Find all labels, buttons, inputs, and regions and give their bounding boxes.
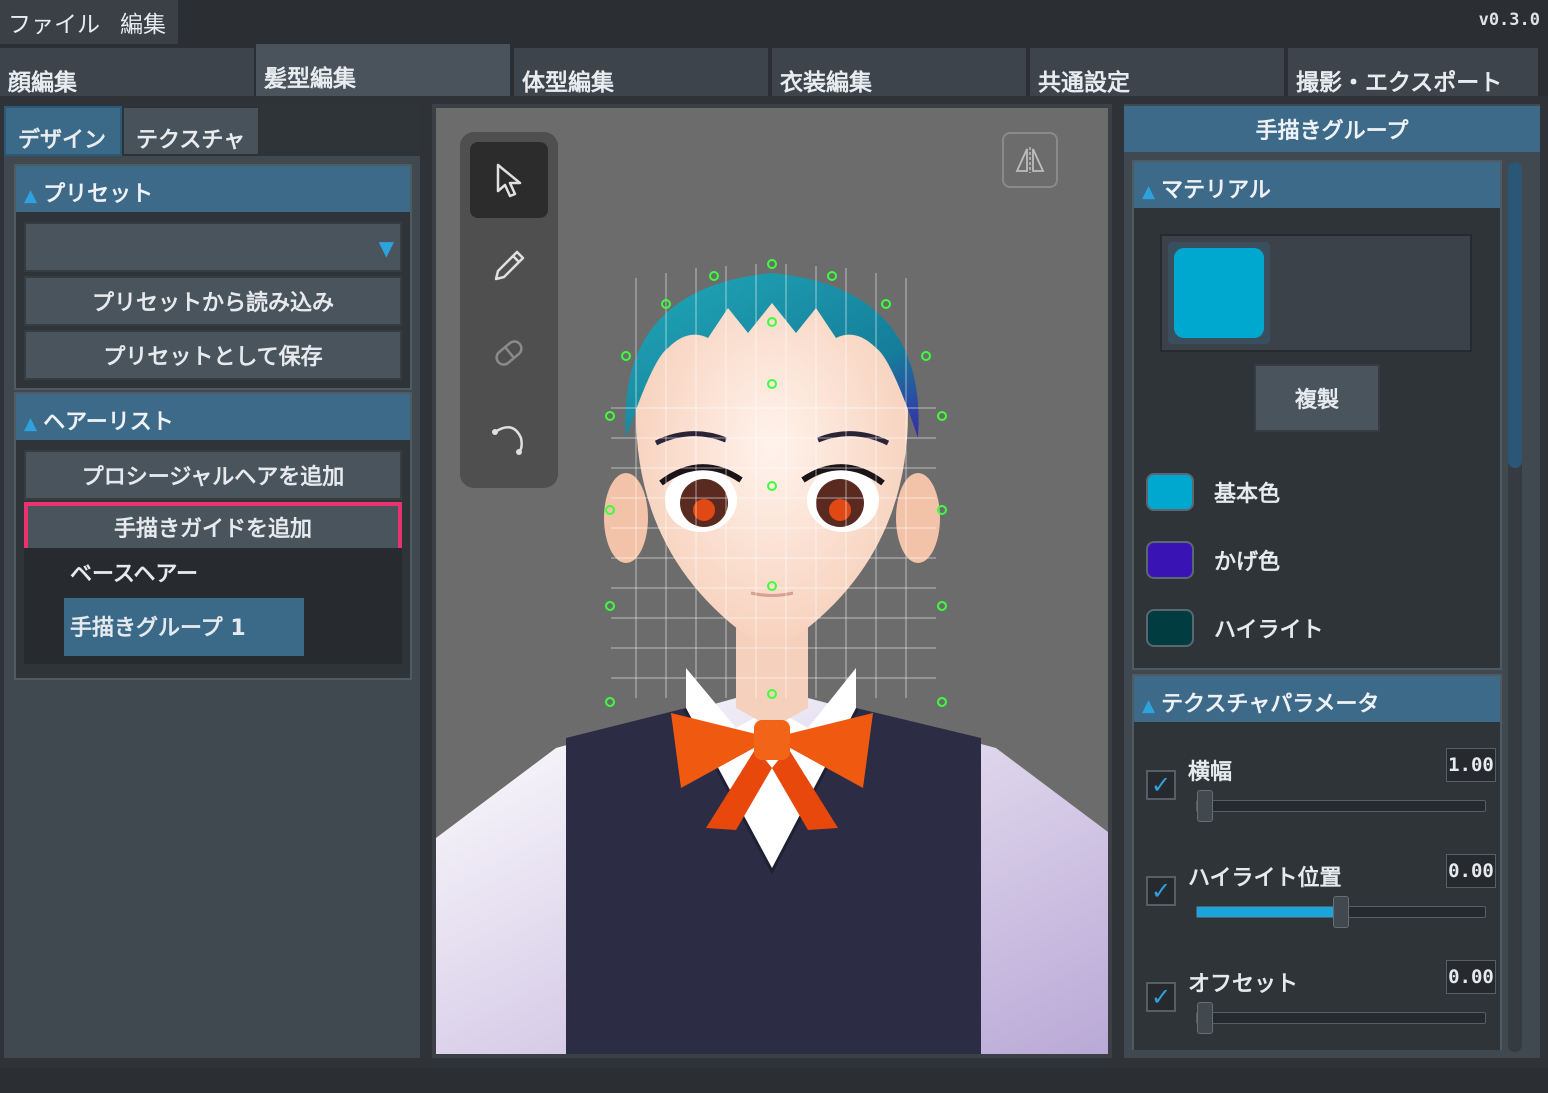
preset-section: ▲ プリセット ▼ プリセットから読み込み プリセットとして保存 (14, 164, 412, 390)
tab-common-settings[interactable]: 共通設定 (1030, 48, 1286, 96)
param-highlight-position: ✓ ハイライト位置 0.00 (1134, 842, 1504, 942)
eraser-icon (495, 340, 523, 366)
left-panel: デザイン テクスチャ ▲ プリセット ▼ プリセットから読み込み プリセットとして… (4, 104, 420, 1058)
3d-viewport[interactable] (432, 104, 1112, 1058)
highlight-color-label: ハイライト (1214, 618, 1324, 643)
color-row-base[interactable]: 基本色 (1146, 472, 1280, 512)
preset-header[interactable]: ▲ プリセット (16, 166, 410, 212)
menu-group: ファイル 編集 (0, 0, 178, 44)
right-scroll-area: ▲ マテリアル 複製 基本色 かげ色 ハイライト ▲ テクスチャパラメータ ✓ … (1132, 160, 1502, 1050)
material-preview-color (1174, 248, 1264, 338)
checkmark-icon: ✓ (1150, 771, 1172, 799)
shadow-color-label: かげ色 (1214, 550, 1281, 575)
checkmark-icon: ✓ (1150, 983, 1172, 1011)
right-panel-scrollbar[interactable] (1508, 162, 1522, 1052)
material-header-label: マテリアル (1161, 178, 1271, 203)
base-color-swatch[interactable] (1146, 473, 1194, 511)
highlight-color-swatch[interactable] (1146, 609, 1194, 647)
preset-header-label: プリセット (43, 182, 154, 207)
tab-hair-edit[interactable]: 髪型編集 (256, 44, 512, 96)
curve-icon (492, 425, 523, 455)
right-panel-title: 手描きグループ (1124, 106, 1540, 152)
param-width-slider[interactable] (1196, 790, 1486, 822)
collapse-triangle-icon: ▲ (1142, 182, 1156, 202)
tab-body-edit[interactable]: 体型編集 (514, 48, 770, 96)
tab-texture[interactable]: テクスチャ (122, 106, 260, 156)
scrollbar-thumb[interactable] (1508, 162, 1522, 468)
hair-list-header-label: ヘアーリスト (43, 410, 174, 435)
hair-list: ベースヘアー 手描きグループ 1 (24, 548, 402, 664)
hair-item-base[interactable]: ベースヘアー (70, 556, 198, 588)
draw-toolbar (460, 132, 558, 488)
main-tab-bar: 顔編集 髪型編集 体型編集 衣装編集 共通設定 撮影・エクスポート (0, 44, 1548, 96)
param-offset-checkbox[interactable]: ✓ (1146, 982, 1176, 1012)
shadow-color-swatch[interactable] (1146, 541, 1194, 579)
color-row-highlight[interactable]: ハイライト (1146, 608, 1324, 648)
tab-costume-edit[interactable]: 衣装編集 (772, 48, 1028, 96)
eraser-tool[interactable] (470, 314, 548, 390)
hair-list-header[interactable]: ▲ ヘアーリスト (16, 394, 410, 440)
param-highlight-position-slider-fill (1197, 907, 1341, 917)
add-procedural-hair-button[interactable]: プロシージャルヘアを追加 (24, 450, 402, 500)
preset-dropdown[interactable]: ▼ (24, 222, 402, 272)
tab-face-edit[interactable]: 顔編集 (0, 48, 256, 96)
param-highlight-position-value[interactable]: 0.00 (1446, 854, 1496, 888)
checkmark-icon: ✓ (1150, 877, 1172, 905)
select-tool[interactable] (470, 142, 548, 218)
right-panel: 手描きグループ ▲ マテリアル 複製 基本色 かげ色 ハイライト ▲ テクスチャ… (1124, 104, 1540, 1058)
load-preset-button[interactable]: プリセットから読み込み (24, 276, 402, 326)
sub-tab-bar: デザイン テクスチャ (4, 104, 420, 156)
param-highlight-position-slider[interactable] (1196, 896, 1486, 928)
param-width-label: 横幅 (1188, 760, 1233, 785)
texture-params-header[interactable]: ▲ テクスチャパラメータ (1134, 676, 1500, 722)
duplicate-button[interactable]: 複製 (1254, 364, 1380, 432)
curve-tool[interactable] (470, 400, 548, 476)
pencil-tool[interactable] (470, 228, 548, 304)
add-handdrawn-guide-button[interactable]: 手描きガイドを追加 (24, 502, 402, 552)
menu-file[interactable]: ファイル (0, 5, 112, 39)
param-highlight-position-slider-thumb[interactable] (1333, 896, 1349, 928)
status-bar (0, 1068, 1548, 1093)
color-row-shadow[interactable]: かげ色 (1146, 540, 1280, 580)
menu-edit[interactable]: 編集 (112, 5, 178, 39)
param-offset-slider-thumb[interactable] (1197, 1002, 1213, 1034)
version-label: v0.3.0 (1478, 10, 1540, 30)
param-width-slider-thumb[interactable] (1197, 790, 1213, 822)
param-highlight-position-checkbox[interactable]: ✓ (1146, 876, 1176, 906)
param-offset: ✓ オフセット 0.00 (1134, 948, 1504, 1048)
param-offset-value[interactable]: 0.00 (1446, 960, 1496, 994)
base-color-label: 基本色 (1214, 482, 1281, 507)
collapse-triangle-icon: ▲ (1142, 696, 1156, 716)
param-width-checkbox[interactable]: ✓ (1146, 770, 1176, 800)
tab-photo-export[interactable]: 撮影・エクスポート (1288, 48, 1540, 96)
pencil-icon (494, 250, 525, 281)
param-offset-slider[interactable] (1196, 1002, 1486, 1034)
mirror-toggle-button[interactable] (1002, 132, 1058, 188)
select-arrow-icon (496, 163, 522, 198)
collapse-triangle-icon: ▲ (24, 186, 38, 206)
collapse-triangle-icon: ▲ (24, 414, 38, 434)
tab-design[interactable]: デザイン (4, 106, 122, 156)
material-preview-box (1160, 234, 1472, 352)
menu-bar: ファイル 編集 v0.3.0 (0, 0, 1548, 44)
texture-params-header-label: テクスチャパラメータ (1161, 692, 1380, 717)
param-offset-label: オフセット (1188, 972, 1299, 997)
material-section: ▲ マテリアル 複製 基本色 かげ色 ハイライト (1132, 160, 1502, 670)
save-preset-button[interactable]: プリセットとして保存 (24, 330, 402, 380)
texture-params-section: ▲ テクスチャパラメータ ✓ 横幅 1.00 ✓ ハイライト位置 0.00 ✓ … (1132, 674, 1502, 1050)
param-highlight-position-label: ハイライト位置 (1188, 866, 1342, 891)
hair-list-section: ▲ ヘアーリスト プロシージャルヘアを追加 手描きガイドを追加 ベースヘアー 手描… (14, 392, 412, 680)
material-preview-swatch[interactable] (1168, 242, 1270, 344)
dropdown-arrow-icon: ▼ (378, 236, 394, 260)
hair-item-group-1[interactable]: 手描きグループ 1 (64, 598, 304, 656)
param-width-value[interactable]: 1.00 (1446, 748, 1496, 782)
param-width: ✓ 横幅 1.00 (1134, 736, 1504, 836)
mirror-icon (1015, 147, 1045, 173)
material-header[interactable]: ▲ マテリアル (1134, 162, 1500, 208)
